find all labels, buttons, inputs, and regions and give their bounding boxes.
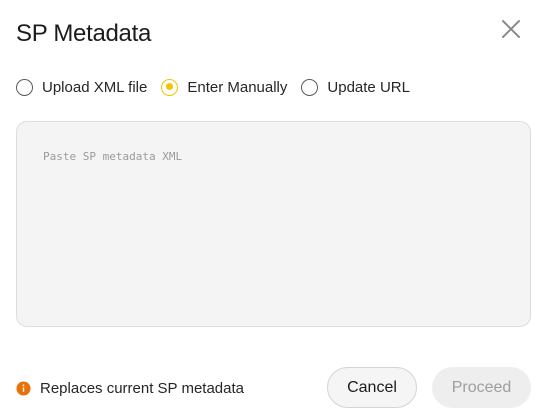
replace-warning-note: Replaces current SP metadata: [16, 378, 244, 398]
warning-text: Replaces current SP metadata: [40, 379, 245, 397]
info-icon: [16, 381, 31, 396]
radio-button[interactable]: [161, 78, 179, 96]
proceed-button[interactable]: Proceed: [432, 367, 531, 408]
radio-label: Update URL: [327, 78, 410, 96]
radio-upload-xml-file[interactable]: Upload XML file: [16, 78, 148, 96]
sp-metadata-dialog: SP Metadata Upload XML file Enter Manual…: [0, 0, 552, 417]
radio-update-url[interactable]: Update URL: [301, 78, 410, 96]
radio-label: Enter Manually: [187, 78, 288, 96]
sp-metadata-xml-textarea[interactable]: [16, 121, 531, 327]
close-icon[interactable]: [499, 17, 523, 41]
dialog-title: SP Metadata: [16, 20, 152, 47]
radio-enter-manually[interactable]: Enter Manually: [161, 78, 288, 96]
radio-button[interactable]: [16, 78, 33, 96]
radio-label: Upload XML file: [42, 78, 148, 96]
radio-button[interactable]: [301, 78, 319, 96]
cancel-button[interactable]: Cancel: [327, 367, 417, 408]
metadata-source-radio-group: Upload XML file Enter Manually Update UR…: [16, 77, 424, 97]
